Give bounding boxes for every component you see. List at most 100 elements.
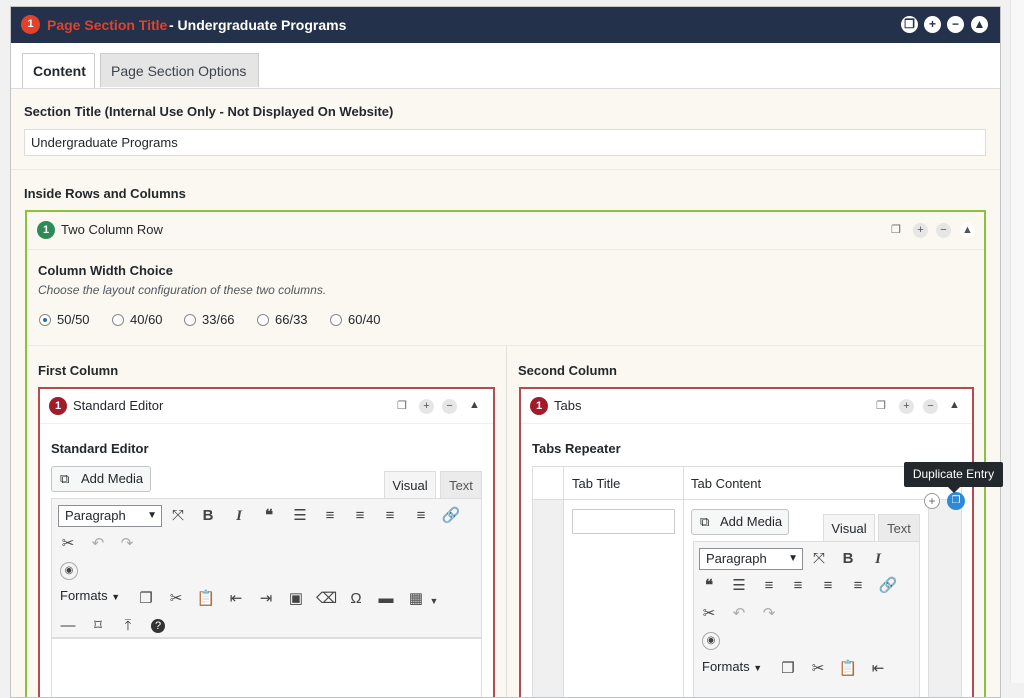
collapse-icon[interactable]: ▲	[949, 399, 960, 411]
editor-label: Standard Editor	[51, 441, 149, 456]
row-handle[interactable]	[533, 500, 563, 697]
radio-40-60[interactable]	[112, 314, 124, 326]
tab-content[interactable]: Content	[22, 53, 95, 88]
tab-text[interactable]: Text	[440, 471, 482, 498]
collapse-icon[interactable]: ▲	[971, 16, 988, 33]
bullet-list-icon[interactable]: ☰	[290, 506, 310, 526]
paste-icon[interactable]: 📋	[838, 659, 858, 679]
table-icon[interactable]: ▦	[406, 589, 426, 609]
undo-icon[interactable]: ↶	[729, 604, 749, 624]
fullscreen-icon[interactable]: ⤧	[168, 506, 188, 526]
rss-icon[interactable]: ◉	[60, 562, 78, 580]
paste-text-icon[interactable]: ❐	[136, 589, 156, 609]
help-icon[interactable]: ?	[151, 619, 165, 633]
add-icon[interactable]: +	[924, 16, 941, 33]
radio-label: 50/50	[57, 312, 90, 327]
numbered-list-icon[interactable]: ≡	[759, 576, 779, 596]
redo-icon[interactable]: ↷	[117, 534, 137, 554]
radio-label: 40/60	[130, 312, 163, 327]
omega-icon[interactable]: Ω	[346, 589, 366, 609]
paste-text-icon[interactable]: ❐	[778, 659, 798, 679]
radio-60-40[interactable]	[330, 314, 342, 326]
bold-icon[interactable]: B	[838, 549, 858, 569]
align-center-icon[interactable]: ≡	[380, 506, 400, 526]
blockquote-icon[interactable]: ❝	[699, 576, 719, 596]
remove-icon[interactable]: −	[442, 399, 457, 414]
add-icon[interactable]: +	[419, 399, 434, 414]
cut-icon[interactable]: ✂	[166, 589, 186, 609]
remove-icon[interactable]: −	[936, 223, 951, 238]
add-icon[interactable]: +	[913, 223, 928, 238]
tab-title-column-header: Tab Title	[572, 476, 621, 491]
tab-visual[interactable]: Visual	[823, 514, 875, 541]
divider	[521, 423, 972, 424]
column-width-label: Column Width Choice	[38, 263, 173, 278]
duplicate-icon[interactable]: ❐	[901, 16, 918, 33]
format-select[interactable]: Paragraph ▼	[58, 505, 162, 527]
clipboard-icon[interactable]: ▣	[286, 589, 306, 609]
link-icon[interactable]: 🔗	[441, 506, 461, 526]
indent-icon[interactable]: ⇥	[256, 589, 276, 609]
italic-icon[interactable]: I	[868, 549, 888, 569]
numbered-list-icon[interactable]: ≡	[320, 506, 340, 526]
section-header[interactable]: 1 Page Section Title - Undergraduate Pro…	[11, 7, 1000, 43]
collapse-icon[interactable]: ▲	[960, 223, 975, 238]
add-row-icon[interactable]: +	[924, 493, 940, 509]
editor-content-area[interactable]	[51, 638, 482, 697]
collapse-icon[interactable]: ▲	[469, 399, 480, 411]
tab-page-section-options[interactable]: Page Section Options	[100, 53, 259, 87]
radio-66-33[interactable]	[257, 314, 269, 326]
italic-icon[interactable]: I	[229, 506, 249, 526]
align-center-icon[interactable]: ≡	[818, 576, 838, 596]
page-section-panel: 1 Page Section Title - Undergraduate Pro…	[10, 6, 1001, 698]
add-icon[interactable]: +	[899, 399, 914, 414]
unlink-icon[interactable]: ✂	[58, 534, 78, 554]
section-title-input[interactable]: Undergraduate Programs	[24, 129, 986, 156]
fullscreen-icon[interactable]: ⤧	[809, 549, 829, 569]
align-right-icon[interactable]: ≡	[848, 576, 868, 596]
outdent-icon[interactable]: ⇤	[868, 659, 888, 679]
blockquote-icon[interactable]: ❝	[259, 506, 279, 526]
horizontal-rule-icon[interactable]: ▬	[376, 589, 396, 609]
duplicate-icon[interactable]: ❐	[876, 399, 886, 412]
block-title: Tabs	[554, 398, 582, 413]
bookmark-icon[interactable]: ⌑	[88, 616, 108, 636]
tab-title-input[interactable]	[572, 509, 675, 534]
radio-50-50[interactable]	[39, 314, 51, 326]
eraser-icon[interactable]: ⌫	[316, 589, 337, 609]
format-select[interactable]: Paragraph ▼	[699, 548, 803, 570]
undo-icon[interactable]: ↶	[88, 534, 108, 554]
page-scroll-gutter	[1010, 0, 1024, 683]
tab-text[interactable]: Text	[878, 514, 920, 541]
cut-icon[interactable]: ✂	[808, 659, 828, 679]
hr-line-icon[interactable]: —	[58, 616, 78, 636]
add-media-button[interactable]: ⧉ Add Media	[51, 466, 151, 492]
outdent-icon[interactable]: ⇤	[226, 589, 246, 609]
align-left-icon[interactable]: ≡	[788, 576, 808, 596]
chevron-down-icon[interactable]: ▼	[424, 591, 444, 611]
formats-menu[interactable]: Formats ▼	[702, 659, 762, 674]
link-icon[interactable]: 🔗	[878, 576, 898, 596]
align-left-icon[interactable]: ≡	[350, 506, 370, 526]
remove-icon[interactable]: −	[947, 16, 964, 33]
formats-menu[interactable]: Formats ▼	[60, 588, 120, 603]
align-right-icon[interactable]: ≡	[411, 506, 431, 526]
bullet-list-icon[interactable]: ☰	[729, 576, 749, 596]
paste-icon[interactable]: 📋	[196, 589, 216, 609]
add-media-button[interactable]: ⧉ Add Media	[691, 509, 789, 535]
formats-label: Formats	[60, 588, 108, 603]
tab-visual[interactable]: Visual	[384, 471, 436, 498]
duplicate-icon[interactable]: ❐	[891, 223, 901, 236]
section-title: - Undergraduate Programs	[169, 17, 347, 33]
redo-icon[interactable]: ↷	[759, 604, 779, 624]
remove-icon[interactable]: −	[923, 399, 938, 414]
bold-icon[interactable]: B	[198, 506, 218, 526]
duplicate-icon[interactable]: ❐	[397, 399, 407, 412]
add-media-label: Add Media	[81, 471, 144, 486]
media-icon: ⧉	[700, 514, 710, 529]
radio-33-66[interactable]	[184, 314, 196, 326]
unlink-icon[interactable]: ✂	[699, 604, 719, 624]
rss-icon[interactable]: ◉	[702, 632, 720, 650]
upload-icon[interactable]: ⤒	[118, 616, 138, 636]
two-column-row: 1 Two Column Row ❐ + − ▲ Column Width Ch…	[25, 210, 986, 697]
